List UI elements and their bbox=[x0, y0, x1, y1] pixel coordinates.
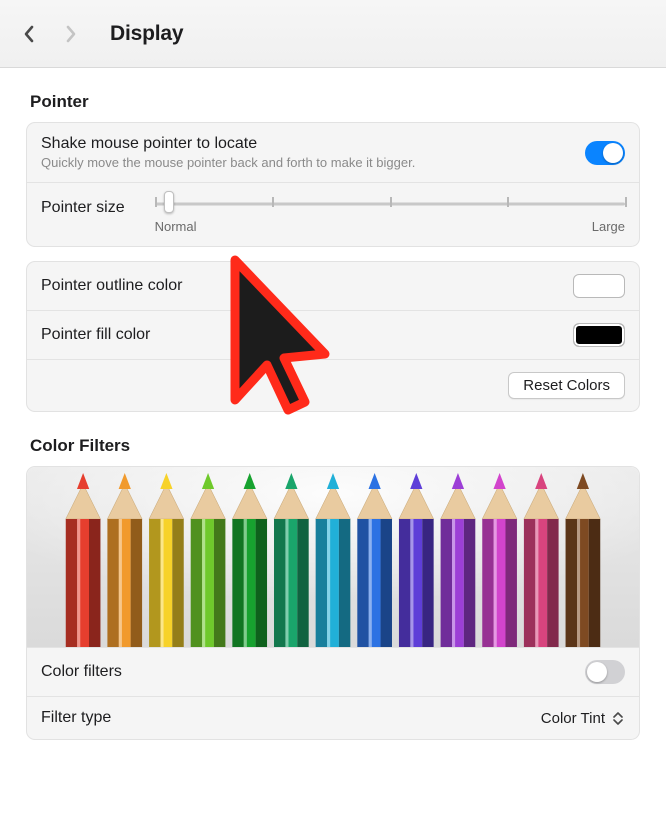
pointer-fill-color-well[interactable] bbox=[573, 323, 625, 347]
slider-thumb[interactable] bbox=[164, 191, 174, 213]
pointer-outline-label: Pointer outline color bbox=[41, 277, 573, 295]
color-filters-heading: Color Filters bbox=[30, 436, 640, 456]
back-button[interactable] bbox=[18, 23, 40, 45]
nav-arrows bbox=[18, 23, 82, 45]
updown-chevron-icon bbox=[611, 709, 625, 727]
pointer-fill-row: Pointer fill color bbox=[27, 310, 639, 359]
page-title: Display bbox=[110, 22, 183, 46]
pointer-size-label: Pointer size bbox=[41, 195, 125, 217]
color-filters-panel: Color filters Filter type Color Tint bbox=[26, 466, 640, 740]
pointer-heading: Pointer bbox=[30, 92, 640, 112]
reset-colors-row: Reset Colors bbox=[27, 359, 639, 411]
content: Pointer Shake mouse pointer to locate Qu… bbox=[0, 68, 666, 740]
slider-max-label: Large bbox=[592, 219, 625, 234]
pointer-size-slider[interactable] bbox=[155, 195, 625, 213]
reset-colors-button[interactable]: Reset Colors bbox=[508, 372, 625, 399]
shake-to-locate-row: Shake mouse pointer to locate Quickly mo… bbox=[27, 123, 639, 182]
pointer-fill-label: Pointer fill color bbox=[41, 326, 573, 344]
chevron-right-icon bbox=[64, 24, 78, 44]
header: Display bbox=[0, 0, 666, 68]
filter-type-value: Color Tint bbox=[541, 710, 605, 727]
color-filters-label: Color filters bbox=[41, 663, 585, 681]
pointer-outline-color-well[interactable] bbox=[573, 274, 625, 298]
pencil-illustration bbox=[27, 467, 639, 647]
pointer-panel-2: Pointer outline color Pointer fill color… bbox=[26, 261, 640, 412]
pointer-panel-1: Shake mouse pointer to locate Quickly mo… bbox=[26, 122, 640, 247]
filter-type-popup[interactable]: Color Tint bbox=[541, 709, 625, 727]
chevron-left-icon bbox=[22, 24, 36, 44]
shake-label: Shake mouse pointer to locate bbox=[41, 135, 585, 153]
pointer-size-row: Pointer size Normal Large bbox=[27, 182, 639, 246]
shake-sublabel: Quickly move the mouse pointer back and … bbox=[41, 155, 585, 170]
forward-button[interactable] bbox=[60, 23, 82, 45]
slider-min-label: Normal bbox=[155, 219, 197, 234]
filter-type-label: Filter type bbox=[41, 709, 541, 727]
color-filters-toggle-row: Color filters bbox=[27, 647, 639, 696]
shake-toggle[interactable] bbox=[585, 141, 625, 165]
filter-type-row: Filter type Color Tint bbox=[27, 696, 639, 739]
color-filters-toggle[interactable] bbox=[585, 660, 625, 684]
pointer-outline-row: Pointer outline color bbox=[27, 262, 639, 310]
